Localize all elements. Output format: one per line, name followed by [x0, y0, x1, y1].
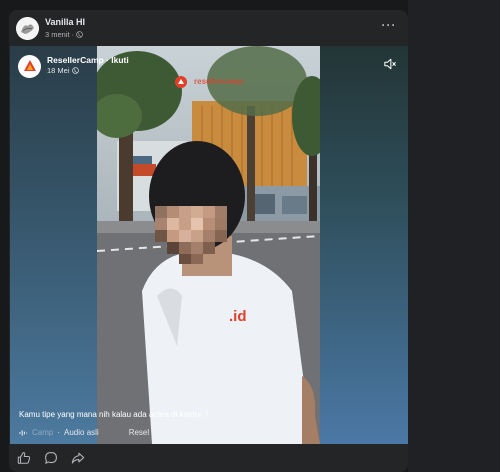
- reel-author-name[interactable]: ResellerCamp: [47, 55, 104, 65]
- globe-icon: [71, 67, 79, 74]
- post-meta: 3 menit ·: [45, 30, 83, 39]
- audio-row[interactable]: Camp · Audio asli Resel: [19, 428, 149, 437]
- more-options-button[interactable]: ···: [378, 18, 400, 36]
- reel-author-avatar[interactable]: [18, 54, 41, 78]
- reel-caption: Kamu tipe yang mana nih kalau ada acara …: [19, 410, 209, 419]
- right-rail: [408, 0, 500, 472]
- audio-author-faded: Camp: [32, 428, 54, 437]
- author-avatar[interactable]: [16, 17, 39, 40]
- audio-separator: ·: [57, 428, 61, 437]
- share-button[interactable]: share-arrow-icon: [71, 451, 85, 465]
- reel-meta: 18 Mei: [47, 66, 79, 75]
- comment-button[interactable]: comment-bubble-icon: [44, 451, 58, 465]
- reel-date[interactable]: 18 Mei: [47, 66, 70, 75]
- resellercamp-logo-icon: [23, 60, 36, 71]
- like-button[interactable]: thumbs-up-icon: [17, 451, 31, 465]
- post-card: Vanilla HI 3 menit · ··· resellercamp .i…: [9, 10, 408, 472]
- audio-waveform-icon: [19, 429, 28, 436]
- video-watermark: resellercamp: [194, 77, 244, 86]
- post-action-bar: thumbs-up-icon comment-bubble-icon share…: [9, 444, 408, 472]
- globe-icon: [76, 31, 83, 38]
- audio-author-tail[interactable]: Resel: [129, 428, 149, 437]
- shirt-print: .id: [229, 308, 247, 325]
- more-dots-icon: ···: [381, 18, 397, 32]
- reel-header: ResellerCamp · Ikuti 18 Mei: [18, 54, 129, 78]
- post-author-name[interactable]: Vanilla HI: [45, 17, 85, 27]
- reel-background-left: [10, 46, 97, 444]
- audio-label[interactable]: Audio asli: [64, 428, 99, 437]
- video-frame[interactable]: resellercamp .id: [97, 46, 320, 444]
- reel-video-container[interactable]: resellercamp .id ResellerCamp · Ikuti 18…: [10, 46, 408, 444]
- muted-speaker-icon[interactable]: [384, 58, 396, 70]
- follow-button[interactable]: Ikuti: [111, 55, 128, 65]
- post-time[interactable]: 3 menit: [45, 30, 70, 39]
- reel-background-right: [320, 46, 408, 444]
- post-header: Vanilla HI 3 menit · ···: [9, 10, 408, 46]
